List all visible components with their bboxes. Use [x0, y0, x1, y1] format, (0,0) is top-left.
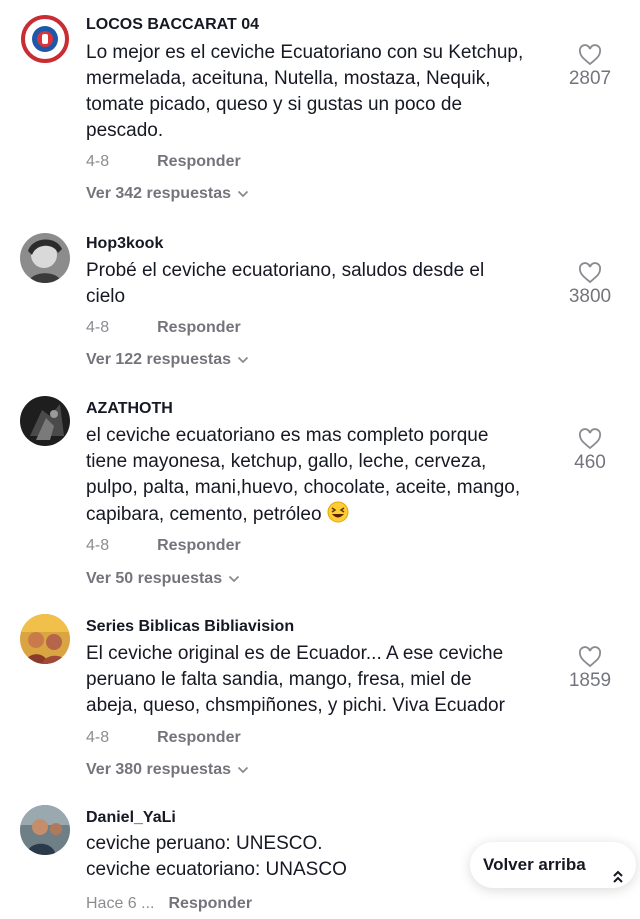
- comment-date: Hace 6 ...: [86, 895, 155, 912]
- comment-author[interactable]: AZATHOTH: [86, 400, 173, 418]
- comment-item: LOCOS BACCARAT 04 Lo mejor es el ceviche…: [0, 0, 640, 220]
- reply-button[interactable]: Responder: [157, 319, 241, 336]
- comment-text: Lo mejor es el ceviche Ecuatoriano con s…: [86, 42, 524, 141]
- like-button[interactable]: 2807: [560, 44, 620, 90]
- back-to-top-label: Volver arriba: [483, 855, 586, 874]
- heart-outline-icon: [560, 428, 620, 450]
- chevron-down-icon: [237, 351, 249, 369]
- view-replies-label: Ver 380 respuestas: [86, 761, 231, 779]
- reply-button[interactable]: Responder: [168, 895, 252, 912]
- back-to-top-button[interactable]: Volver arriba: [470, 842, 636, 888]
- avatar[interactable]: [20, 614, 70, 664]
- comment-date: 4-8: [86, 319, 110, 336]
- like-count: 2807: [568, 68, 612, 89]
- like-button[interactable]: 1859: [560, 646, 620, 692]
- comment-item: AZATHOTH el ceviche ecuatoriano es mas c…: [0, 390, 640, 600]
- comment-item: Hop3kook Probé el ceviche ecuatoriano, s…: [0, 220, 640, 390]
- avatar[interactable]: [20, 14, 70, 64]
- like-button[interactable]: 3800: [560, 262, 620, 308]
- comment-item: Series Biblicas Bibliavision El ceviche …: [0, 600, 640, 800]
- like-count: 3800: [568, 286, 612, 307]
- comment-meta: 4-8 Responder: [86, 153, 241, 171]
- comment-author[interactable]: Hop3kook: [86, 235, 163, 253]
- view-replies-button[interactable]: Ver 50 respuestas: [86, 570, 240, 588]
- comment-author[interactable]: LOCOS BACCARAT 04: [86, 16, 259, 34]
- view-replies-button[interactable]: Ver 342 respuestas: [86, 185, 249, 203]
- comment-date: 4-8: [86, 153, 110, 170]
- avatar[interactable]: [20, 805, 70, 855]
- like-count: 460: [574, 452, 606, 473]
- comment-date: 4-8: [86, 729, 110, 746]
- comment-author[interactable]: Daniel_YaLi: [86, 809, 176, 827]
- heart-outline-icon: [560, 262, 620, 284]
- comment-meta: 4-8 Responder: [86, 729, 241, 747]
- comment-text: El ceviche original es de Ecuador... A e…: [86, 643, 505, 716]
- view-replies-button[interactable]: Ver 122 respuestas: [86, 351, 249, 369]
- comment-text: el ceviche ecuatoriano es mas completo p…: [86, 423, 566, 531]
- view-replies-label: Ver 50 respuestas: [86, 570, 223, 588]
- like-count: 1859: [568, 670, 612, 691]
- comment-date: 4-8: [86, 537, 110, 554]
- reply-button[interactable]: Responder: [157, 537, 241, 554]
- view-replies-label: Ver 342 respuestas: [86, 185, 231, 203]
- double-chevron-up-icon: [599, 857, 624, 903]
- comment-meta: Hace 6 ... Responder: [86, 895, 252, 913]
- reply-button[interactable]: Responder: [157, 729, 241, 746]
- chevron-down-icon: [228, 570, 240, 588]
- avatar[interactable]: [20, 396, 70, 446]
- comment-text-body: el ceviche ecuatoriano es mas completo p…: [86, 425, 521, 525]
- view-replies-label: Ver 122 respuestas: [86, 351, 231, 369]
- comment-text: Probé el ceviche ecuatoriano, saludos de…: [86, 260, 485, 307]
- grinning-squinting-face-emoji: [327, 501, 349, 531]
- avatar[interactable]: [20, 233, 70, 283]
- heart-outline-icon: [560, 646, 620, 668]
- reply-button[interactable]: Responder: [157, 153, 241, 170]
- chevron-down-icon: [237, 761, 249, 779]
- comment-author[interactable]: Series Biblicas Bibliavision: [86, 618, 294, 636]
- comment-meta: 4-8 Responder: [86, 537, 241, 555]
- chevron-down-icon: [237, 185, 249, 203]
- like-button[interactable]: 460: [560, 428, 620, 474]
- view-replies-button[interactable]: Ver 380 respuestas: [86, 761, 249, 779]
- heart-outline-icon: [560, 44, 620, 66]
- comment-meta: 4-8 Responder: [86, 319, 241, 337]
